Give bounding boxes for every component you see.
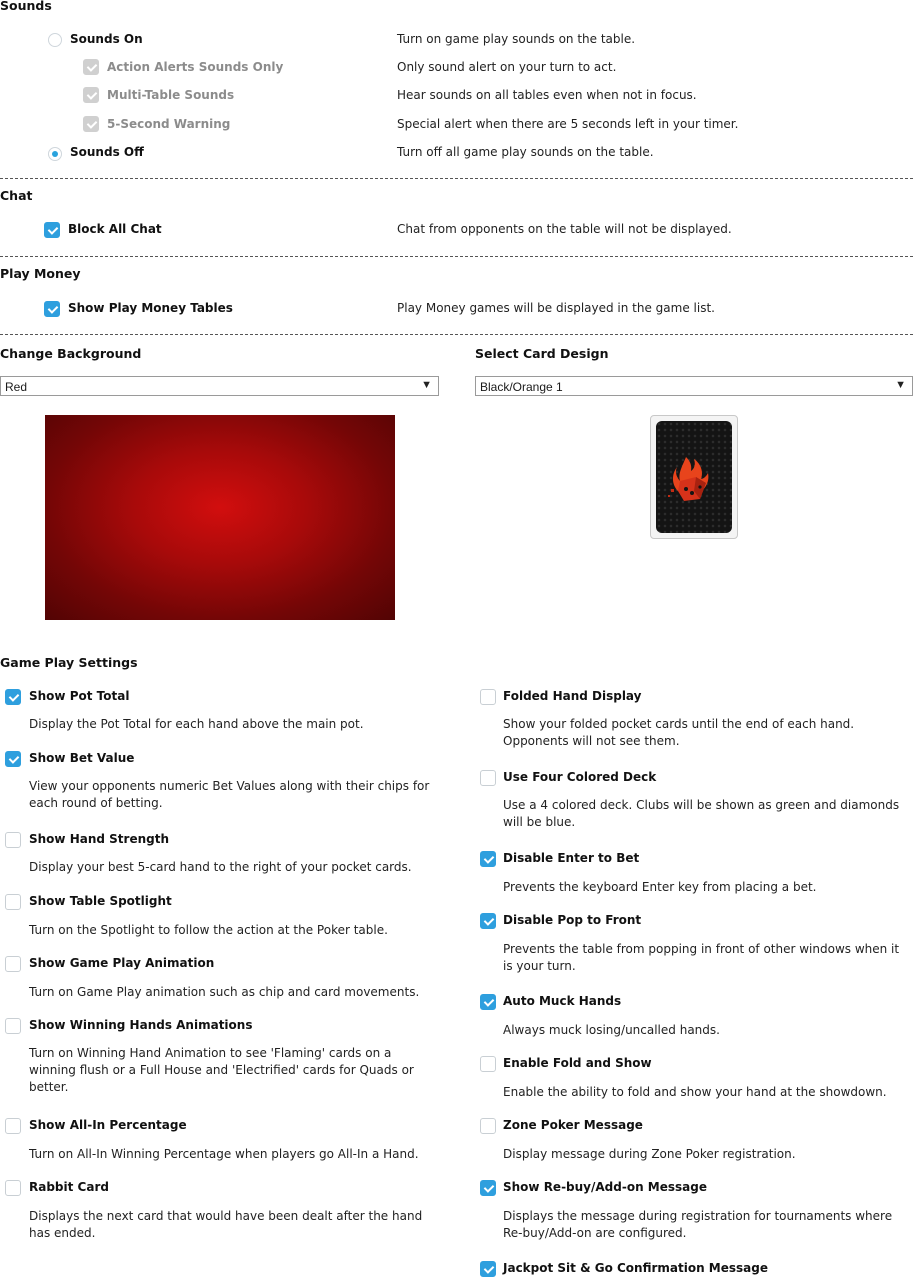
rabbit-card-checkbox[interactable] [5, 1180, 21, 1196]
show-winning-hands-animations-desc: Turn on Winning Hand Animation to see 'F… [29, 1046, 414, 1094]
rabbit-card-desc: Displays the next card that would have b… [29, 1209, 423, 1240]
chevron-down-icon: ▼ [421, 379, 432, 391]
show-rebuy-addon-message-label[interactable]: Show Re-buy/Add-on Message [503, 1180, 707, 1194]
show-all-in-percentage-desc: Turn on All-In Winning Percentage when p… [29, 1147, 419, 1161]
action-alerts-label: Action Alerts Sounds Only [107, 60, 284, 74]
show-pot-total-desc: Display the Pot Total for each hand abov… [29, 717, 364, 731]
show-hand-strength-label[interactable]: Show Hand Strength [29, 832, 169, 846]
background-select-value: Red [5, 380, 28, 394]
disable-pop-to-front-label[interactable]: Disable Pop to Front [503, 913, 641, 927]
multi-table-checkbox [83, 87, 99, 103]
show-game-play-animation-desc: Turn on Game Play animation such as chip… [29, 985, 420, 999]
divider [0, 256, 913, 257]
show-all-in-percentage-checkbox[interactable] [5, 1118, 21, 1134]
background-select[interactable]: Red ▼ [0, 376, 439, 396]
auto-muck-hands-checkbox[interactable] [480, 994, 496, 1010]
show-pot-total-label[interactable]: Show Pot Total [29, 689, 129, 703]
sounds-off-radio[interactable] [48, 147, 62, 161]
divider [0, 334, 913, 335]
zone-poker-message-desc: Display message during Zone Poker regist… [503, 1147, 796, 1161]
show-play-money-checkbox[interactable] [44, 301, 60, 317]
five-second-warning-checkbox [83, 116, 99, 132]
sounds-off-label[interactable]: Sounds Off [70, 145, 144, 159]
jackpot-sit-go-checkbox[interactable] [480, 1261, 496, 1277]
show-bet-value-label[interactable]: Show Bet Value [29, 751, 134, 765]
block-all-chat-desc: Chat from opponents on the table will no… [397, 222, 732, 236]
enable-fold-and-show-label[interactable]: Enable Fold and Show [503, 1056, 652, 1070]
folded-hand-display-checkbox[interactable] [480, 689, 496, 705]
change-background-heading: Change Background [0, 346, 142, 361]
disable-enter-to-bet-checkbox[interactable] [480, 851, 496, 867]
chat-heading: Chat [0, 188, 33, 203]
disable-enter-to-bet-label[interactable]: Disable Enter to Bet [503, 851, 639, 865]
action-alerts-checkbox [83, 59, 99, 75]
auto-muck-hands-label[interactable]: Auto Muck Hands [503, 994, 621, 1008]
rabbit-card-label[interactable]: Rabbit Card [29, 1180, 109, 1194]
chevron-down-icon: ▼ [895, 379, 906, 391]
jackpot-sit-go-label[interactable]: Jackpot Sit & Go Confirmation Message [503, 1261, 768, 1275]
show-bet-value-desc: View your opponents numeric Bet Values a… [29, 779, 430, 810]
four-colored-deck-checkbox[interactable] [480, 770, 496, 786]
show-table-spotlight-label[interactable]: Show Table Spotlight [29, 894, 172, 908]
zone-poker-message-label[interactable]: Zone Poker Message [503, 1118, 643, 1132]
sounds-heading: Sounds [0, 0, 52, 13]
action-alerts-desc: Only sound alert on your turn to act. [397, 60, 617, 74]
disable-pop-to-front-checkbox[interactable] [480, 913, 496, 929]
block-all-chat-label[interactable]: Block All Chat [68, 222, 162, 236]
card-design-select-value: Black/Orange 1 [480, 380, 563, 394]
five-second-warning-desc: Special alert when there are 5 seconds l… [397, 117, 739, 131]
show-table-spotlight-checkbox[interactable] [5, 894, 21, 910]
show-play-money-desc: Play Money games will be displayed in th… [397, 301, 715, 315]
sounds-on-label[interactable]: Sounds On [70, 32, 143, 46]
card-back-image [656, 421, 732, 533]
divider [0, 178, 913, 179]
enable-fold-and-show-checkbox[interactable] [480, 1056, 496, 1072]
block-all-chat-checkbox[interactable] [44, 222, 60, 238]
five-second-warning-label: 5-Second Warning [107, 117, 231, 131]
show-rebuy-addon-message-desc: Displays the message during registration… [503, 1209, 893, 1240]
enable-fold-and-show-desc: Enable the ability to fold and show your… [503, 1085, 887, 1099]
folded-hand-display-desc: Show your folded pocket cards until the … [503, 717, 855, 748]
disable-enter-to-bet-desc: Prevents the keyboard Enter key from pla… [503, 880, 817, 894]
game-play-settings-heading: Game Play Settings [0, 655, 138, 670]
auto-muck-hands-desc: Always muck losing/uncalled hands. [503, 1023, 720, 1037]
zone-poker-message-checkbox[interactable] [480, 1118, 496, 1134]
sounds-on-radio[interactable] [48, 33, 62, 47]
flaming-dice-icon [668, 457, 709, 501]
show-game-play-animation-label[interactable]: Show Game Play Animation [29, 956, 214, 970]
four-colored-deck-label[interactable]: Use Four Colored Deck [503, 770, 656, 784]
select-card-design-heading: Select Card Design [475, 346, 609, 361]
show-winning-hands-animations-label[interactable]: Show Winning Hands Animations [29, 1018, 252, 1032]
folded-hand-display-label[interactable]: Folded Hand Display [503, 689, 642, 703]
show-pot-total-checkbox[interactable] [5, 689, 21, 705]
card-design-select[interactable]: Black/Orange 1 ▼ [475, 376, 913, 396]
disable-pop-to-front-desc: Prevents the table from popping in front… [503, 942, 900, 973]
background-preview [45, 415, 395, 620]
show-play-money-label[interactable]: Show Play Money Tables [68, 301, 233, 315]
show-all-in-percentage-label[interactable]: Show All-In Percentage [29, 1118, 187, 1132]
play-money-heading: Play Money [0, 266, 81, 281]
sounds-off-desc: Turn off all game play sounds on the tab… [397, 145, 654, 159]
show-bet-value-checkbox[interactable] [5, 751, 21, 767]
multi-table-desc: Hear sounds on all tables even when not … [397, 88, 697, 102]
four-colored-deck-desc: Use a 4 colored deck. Clubs will be show… [503, 798, 900, 829]
sounds-on-desc: Turn on game play sounds on the table. [397, 32, 636, 46]
multi-table-label: Multi-Table Sounds [107, 88, 235, 102]
show-hand-strength-checkbox[interactable] [5, 832, 21, 848]
show-rebuy-addon-message-checkbox[interactable] [480, 1180, 496, 1196]
show-table-spotlight-desc: Turn on the Spotlight to follow the acti… [29, 923, 388, 937]
show-hand-strength-desc: Display your best 5-card hand to the rig… [29, 860, 412, 874]
show-winning-hands-animations-checkbox[interactable] [5, 1018, 21, 1034]
card-design-preview [650, 415, 738, 539]
show-game-play-animation-checkbox[interactable] [5, 956, 21, 972]
